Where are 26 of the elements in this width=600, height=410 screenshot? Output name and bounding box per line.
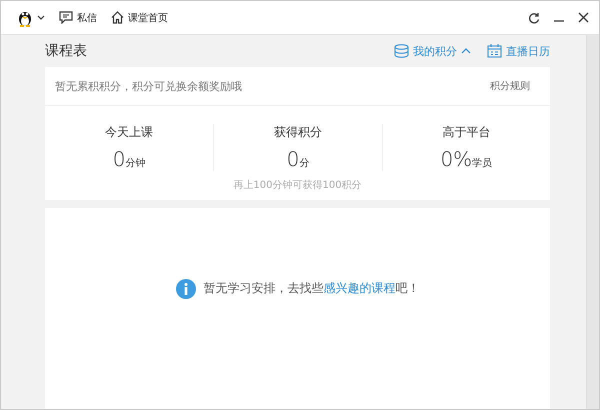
points-notice: 暂无累积积分，积分可兑换余额奖励哦 <box>55 78 242 94</box>
stat-value: 0分钟 <box>112 147 146 171</box>
points-rules-link[interactable]: 积分规则 <box>490 79 530 93</box>
stat-label: 高于平台 <box>442 124 490 141</box>
calendar-icon <box>487 44 502 58</box>
stat-label: 今天上课 <box>105 124 154 141</box>
stat-label: 获得积分 <box>274 124 322 141</box>
points-hint: 再上100分钟可获得100积分 <box>233 180 362 191</box>
refresh-icon[interactable] <box>528 12 540 24</box>
chevron-down-icon <box>37 14 45 20</box>
info-icon <box>176 278 196 298</box>
home-icon <box>111 11 124 24</box>
live-calendar-button[interactable]: 直播日历 <box>487 44 550 58</box>
empty-schedule-message: 暂无学习安排，去找些感兴趣的课程吧！ <box>204 280 420 297</box>
stat-value: 0分 <box>286 147 310 171</box>
chevron-up-icon <box>461 48 471 54</box>
interesting-courses-link[interactable]: 感兴趣的课程 <box>324 281 396 295</box>
message-icon <box>59 11 73 24</box>
scrollbar-track[interactable] <box>586 35 599 409</box>
nav-button[interactable]: 课堂首页 <box>111 10 168 24</box>
stat-value: 0%学员 <box>440 147 492 171</box>
page-title: 课程表 <box>45 42 88 60</box>
my-points-button[interactable]: 我的积分 <box>394 44 471 58</box>
close-icon[interactable] <box>578 12 589 23</box>
database-icon <box>394 44 409 58</box>
nav-button[interactable]: 私信 <box>59 10 97 24</box>
